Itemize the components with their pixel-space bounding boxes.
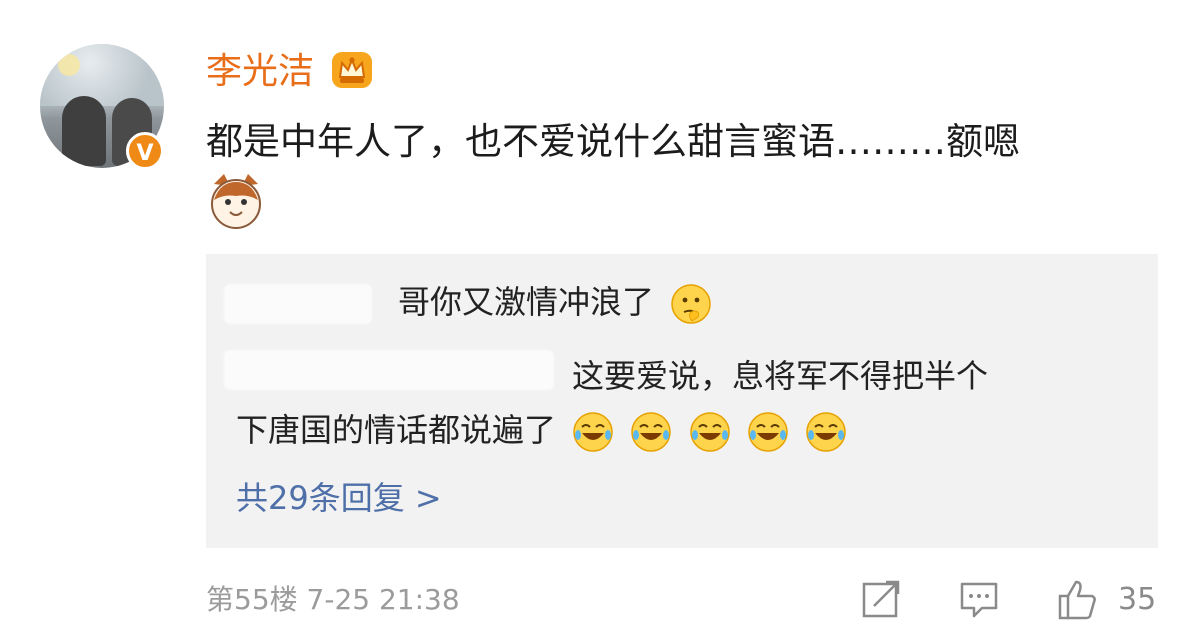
laugh-cry-emoji-icon: [573, 412, 613, 452]
laugh-cry-emoji-icon: [689, 412, 730, 452]
crown-icon: [332, 52, 372, 88]
reply-item: 下唐国的情话都说遍了: [236, 404, 847, 456]
reply-text: 这要爱说，息将军不得把半个: [572, 357, 989, 395]
cat-sticker-icon: [211, 174, 261, 229]
thinking-emoji-icon: [671, 284, 711, 324]
laugh-cry-emoji-icon: [806, 412, 846, 452]
like-icon[interactable]: [1054, 576, 1100, 622]
avatar-sky: [40, 44, 164, 106]
floor-and-timestamp: 第55楼 7-25 21:38: [206, 583, 460, 616]
share-icon[interactable]: [858, 576, 904, 622]
avatar-person: [62, 96, 106, 166]
laugh-cry-emoji-icon: [631, 412, 672, 452]
reply-box[interactable]: 哥你又激情冲浪了 这要爱说，息将军不得把半个 下唐国的情话都说遍了 共29条回复…: [206, 254, 1158, 548]
like-count: 35: [1118, 582, 1157, 617]
reply-text: 下唐国的情话都说遍了: [236, 411, 557, 449]
comment-icon[interactable]: [956, 576, 1002, 622]
verified-badge: V: [126, 132, 164, 170]
laugh-cry-emoji-icon: [747, 412, 788, 452]
blurred-username: [224, 284, 372, 324]
blurred-username: [224, 350, 554, 390]
avatar-sun: [58, 54, 80, 76]
reply-text: 哥你又激情冲浪了: [398, 283, 655, 321]
comment-text: 都是中年人了，也不爱说什么甜言蜜语………额嗯: [206, 120, 1020, 163]
username[interactable]: 李光洁: [206, 50, 314, 94]
view-more-replies-link[interactable]: 共29条回复 >: [236, 472, 442, 524]
reply-item: 哥你又激情冲浪了: [398, 276, 712, 328]
